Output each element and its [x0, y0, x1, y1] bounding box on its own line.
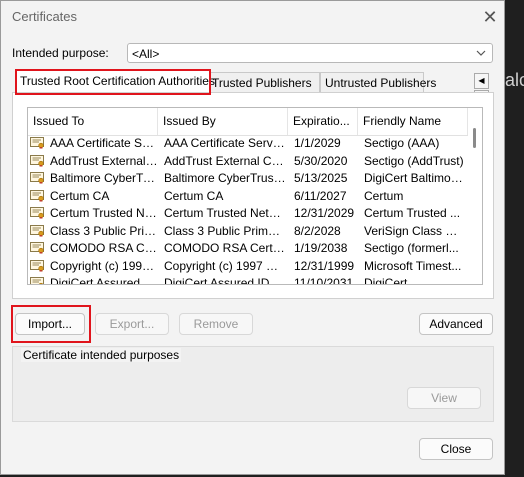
tab-scroll-left-icon[interactable]: ◀: [474, 73, 489, 89]
cell-friendly-name: Microsoft Timest...: [364, 258, 462, 273]
cell-issued-to: Baltimore CyberTru...: [50, 171, 158, 185]
cell-expiration: 8/2/2028: [294, 223, 341, 238]
remove-button[interactable]: Remove: [179, 313, 253, 335]
column-header-expiration[interactable]: Expiratio...: [288, 108, 358, 135]
certificate-icon: [30, 224, 45, 237]
tab-trusted-publishers[interactable]: Trusted Publishers: [207, 72, 320, 92]
cell-expiration: 1/1/2029: [294, 136, 341, 150]
cell-expiration: 12/31/1999: [294, 258, 355, 273]
certificate-icon: [30, 189, 45, 202]
cell-issued-to: Certum Trusted Ne...: [50, 206, 158, 220]
table-row[interactable]: AAA Certificate Ser... AAA Certificate Se…: [28, 135, 468, 153]
title-bar[interactable]: Certificates ✕: [1, 1, 504, 33]
table-row[interactable]: DigiCert Assured ID... DigiCert Assured I…: [28, 275, 468, 285]
advanced-button[interactable]: Advanced: [419, 313, 493, 335]
intended-purpose-label: Intended purpose:: [12, 46, 109, 60]
cell-issued-to: DigiCert Assured ID...: [50, 276, 158, 285]
certificate-icon: [30, 242, 45, 254]
column-header-issued-by[interactable]: Issued By: [158, 108, 288, 135]
tab-trusted-root-certification-authorities[interactable]: Trusted Root Certification Authorities: [15, 70, 215, 92]
tab-label: Trusted Publishers: [212, 76, 312, 90]
view-button[interactable]: View: [407, 387, 481, 409]
table-row[interactable]: Class 3 Public Prima... Class 3 Public Pr…: [28, 223, 468, 241]
intended-purpose-value: <All>: [132, 47, 160, 61]
cell-issued-to: AAA Certificate Ser...: [50, 136, 158, 150]
table-row[interactable]: Certum Trusted Ne... Certum Trusted Netw.…: [28, 205, 468, 223]
cell-issued-to: AddTrust External ...: [50, 153, 158, 168]
cell-issued-by: Certum CA: [164, 188, 224, 203]
certificate-rows: AAA Certificate Ser... AAA Certificate Se…: [28, 135, 468, 285]
dialog-title: Certificates: [12, 9, 78, 24]
cell-issued-by: Class 3 Public Primary ...: [164, 223, 286, 238]
cell-expiration: 5/30/2020: [294, 153, 348, 168]
cell-issued-by: Certum Trusted Netw...: [164, 206, 286, 220]
store-tabs: Untrusted Publishers Trusted Publishers …: [12, 70, 494, 106]
certificate-icon: [30, 154, 45, 167]
table-row[interactable]: Certum CA Certum CA 6/11/2027 Certum: [28, 188, 468, 206]
certificate-icon: [30, 137, 45, 149]
cell-expiration: 5/13/2025: [294, 171, 348, 185]
background-window-text: alc: [505, 70, 524, 90]
cell-friendly-name: Sectigo (formerl...: [364, 241, 459, 255]
cell-issued-to: Certum CA: [50, 188, 110, 203]
list-scrollbar[interactable]: [468, 108, 482, 284]
close-icon[interactable]: ✕: [477, 4, 503, 30]
certificate-icon: [30, 277, 45, 284]
tab-label: Untrusted Publishers: [325, 76, 437, 90]
cell-friendly-name: DigiCert Baltimor...: [364, 171, 464, 185]
cell-expiration: 6/11/2027: [294, 188, 347, 203]
certificate-list[interactable]: Issued To Issued By Expiratio... Friendl…: [27, 107, 483, 285]
cell-friendly-name: DigiCert: [364, 276, 408, 285]
cell-issued-by: Copyright (c) 1997 Mi...: [164, 258, 286, 273]
chevron-down-icon: [476, 46, 486, 63]
cell-issued-to: COMODO RSA Cert...: [50, 241, 158, 255]
cell-issued-to: Class 3 Public Prima...: [50, 223, 158, 238]
certificate-icon: [30, 172, 45, 184]
tab-label: Trusted Root Certification Authorities: [20, 74, 215, 88]
certificate-icon: [30, 259, 45, 272]
cell-friendly-name: Sectigo (AAA): [364, 136, 440, 150]
cell-friendly-name: Certum: [364, 188, 404, 203]
cell-issued-by: DigiCert Assured ID R...: [164, 276, 286, 285]
column-header-friendly-name[interactable]: Friendly Name: [358, 108, 468, 135]
scrollbar-thumb[interactable]: [473, 128, 476, 148]
cell-friendly-name: Sectigo (AddTrust): [364, 153, 464, 168]
cell-issued-by: AddTrust External CA...: [164, 153, 286, 168]
cell-expiration: 11/10/2031: [294, 276, 354, 285]
cell-friendly-name: VeriSign Class 3 ...: [364, 223, 464, 238]
cell-issued-by: AAA Certificate Services: [164, 136, 286, 150]
table-row[interactable]: Baltimore CyberTru... Baltimore CyberTrus…: [28, 170, 468, 188]
cell-expiration: 1/19/2038: [294, 241, 348, 255]
tab-panel: Issued To Issued By Expiratio... Friendl…: [12, 92, 494, 299]
cell-friendly-name: Certum Trusted ...: [364, 206, 461, 220]
certificates-dialog: Certificates ✕ Intended purpose: <All> U…: [0, 0, 505, 475]
table-row[interactable]: COMODO RSA Cert... COMODO RSA Certific...…: [28, 240, 468, 258]
column-header-issued-to[interactable]: Issued To: [28, 108, 158, 135]
certificate-icon: [30, 207, 45, 219]
table-row[interactable]: AddTrust External ... AddTrust External C…: [28, 153, 468, 171]
cell-expiration: 12/31/2029: [294, 206, 355, 220]
intended-purpose-select[interactable]: <All>: [127, 43, 493, 63]
cell-issued-by: Baltimore CyberTrust ...: [164, 171, 286, 185]
certificate-intended-purposes-label: Certificate intended purposes: [21, 348, 182, 362]
import-button[interactable]: Import...: [15, 313, 85, 335]
cell-issued-to: Copyright (c) 1997 ...: [50, 258, 158, 273]
export-button[interactable]: Export...: [95, 313, 169, 335]
cell-issued-by: COMODO RSA Certific...: [164, 241, 286, 255]
tab-untrusted-publishers[interactable]: Untrusted Publishers: [320, 72, 436, 92]
list-header: Issued To Issued By Expiratio... Friendl…: [28, 108, 468, 136]
close-button[interactable]: Close: [419, 438, 493, 460]
table-row[interactable]: Copyright (c) 1997 ... Copyright (c) 1997…: [28, 258, 468, 276]
